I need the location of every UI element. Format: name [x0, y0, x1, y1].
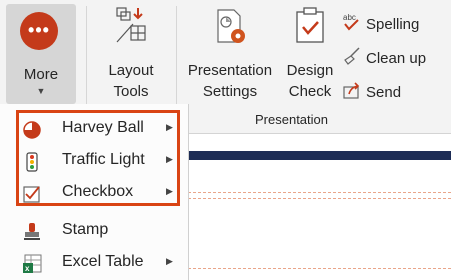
- send-button[interactable]: Send: [342, 80, 401, 103]
- more-button[interactable]: ••• More ▼: [6, 4, 76, 104]
- presentation-settings-label-line1: Presentation: [187, 62, 273, 79]
- layout-tools-label-line2: Tools: [113, 83, 149, 100]
- slide-guide-line: [188, 198, 451, 199]
- chevron-down-icon: ▼: [36, 86, 46, 96]
- spelling-label: Spelling: [366, 16, 420, 33]
- more-button-label: More: [23, 66, 59, 83]
- share-icon: [343, 82, 360, 99]
- design-check-label-line2: Check: [288, 83, 332, 100]
- slide-guide-line: [188, 268, 451, 269]
- presentation-settings-icon: [217, 9, 245, 43]
- clean-up-button[interactable]: Clean up: [342, 46, 426, 69]
- layout-tools-button[interactable]: Layout Tools: [92, 4, 170, 104]
- broom-icon: [344, 47, 360, 65]
- svg-text:abc: abc: [343, 13, 356, 22]
- layout-tools-label-line1: Layout: [108, 62, 154, 79]
- highlight-annotation: [16, 110, 180, 206]
- design-check-button[interactable]: Design Check: [282, 4, 338, 104]
- design-check-label-line1: Design: [286, 62, 334, 79]
- more-icon: •••: [20, 12, 58, 50]
- svg-text:x: x: [25, 264, 30, 273]
- presentation-settings-button[interactable]: Presentation Settings: [182, 4, 278, 104]
- excel-table-icon: x: [23, 254, 42, 273]
- slide-title-band: [188, 151, 451, 160]
- send-label: Send: [366, 84, 402, 101]
- menu-item-label: Excel Table: [62, 253, 144, 270]
- clean-up-label: Clean up: [366, 50, 427, 67]
- ribbon-separator: [176, 6, 177, 106]
- stamp-icon: [24, 223, 40, 240]
- ribbon-separator: [86, 6, 87, 106]
- menu-item-label: Stamp: [62, 221, 109, 238]
- spelling-button[interactable]: abc Spelling: [342, 12, 419, 35]
- presentation-group-label: Presentation: [255, 112, 328, 127]
- design-check-icon: [296, 7, 324, 43]
- menu-item-stamp[interactable]: Stamp: [0, 214, 188, 246]
- presentation-settings-label-line2: Settings: [202, 83, 258, 100]
- slide-guide-line: [188, 192, 451, 193]
- spelling-icon: abc: [343, 13, 359, 31]
- menu-item-excel-table[interactable]: x Excel Table ▶: [0, 246, 188, 278]
- chevron-right-icon: ▶: [166, 256, 173, 266]
- layout-tools-icon: [116, 7, 146, 43]
